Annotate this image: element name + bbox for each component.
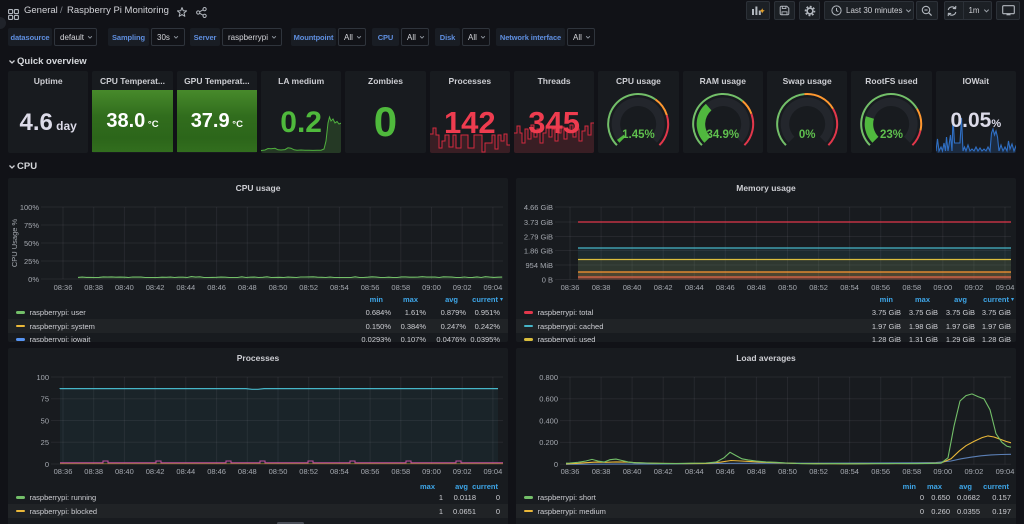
svg-text:08:48: 08:48 bbox=[238, 467, 257, 476]
svg-text:08:40: 08:40 bbox=[623, 283, 642, 292]
svg-text:09:04: 09:04 bbox=[996, 467, 1015, 476]
svg-text:08:58: 08:58 bbox=[902, 283, 921, 292]
svg-text:09:04: 09:04 bbox=[484, 467, 503, 476]
svg-text:25%: 25% bbox=[24, 257, 39, 266]
svg-text:08:48: 08:48 bbox=[747, 283, 766, 292]
svg-text:08:52: 08:52 bbox=[299, 467, 318, 476]
svg-text:0: 0 bbox=[554, 460, 558, 469]
svg-text:08:54: 08:54 bbox=[330, 467, 349, 476]
svg-text:25: 25 bbox=[41, 438, 49, 447]
svg-text:0.200: 0.200 bbox=[539, 438, 558, 447]
svg-text:08:44: 08:44 bbox=[685, 467, 704, 476]
svg-text:0.600: 0.600 bbox=[539, 395, 558, 404]
svg-text:08:42: 08:42 bbox=[146, 283, 165, 292]
svg-text:0: 0 bbox=[45, 460, 49, 469]
svg-text:08:42: 08:42 bbox=[146, 467, 165, 476]
svg-text:08:36: 08:36 bbox=[54, 283, 73, 292]
svg-text:08:42: 08:42 bbox=[654, 283, 673, 292]
svg-text:3.73 GiB: 3.73 GiB bbox=[524, 218, 553, 227]
svg-text:100: 100 bbox=[36, 373, 49, 382]
svg-text:08:56: 08:56 bbox=[361, 283, 380, 292]
svg-text:08:40: 08:40 bbox=[623, 467, 642, 476]
svg-text:09:00: 09:00 bbox=[933, 467, 952, 476]
svg-text:0%: 0% bbox=[28, 275, 39, 284]
svg-text:08:38: 08:38 bbox=[84, 283, 103, 292]
svg-text:08:56: 08:56 bbox=[871, 467, 890, 476]
svg-text:09:04: 09:04 bbox=[484, 283, 503, 292]
svg-text:08:52: 08:52 bbox=[299, 283, 318, 292]
svg-text:09:00: 09:00 bbox=[422, 467, 441, 476]
svg-text:08:38: 08:38 bbox=[592, 283, 611, 292]
svg-text:08:38: 08:38 bbox=[592, 467, 611, 476]
svg-text:09:00: 09:00 bbox=[933, 283, 952, 292]
svg-text:1.86 GiB: 1.86 GiB bbox=[524, 246, 553, 255]
svg-text:08:42: 08:42 bbox=[654, 467, 673, 476]
svg-text:08:50: 08:50 bbox=[269, 467, 288, 476]
svg-text:0.400: 0.400 bbox=[539, 416, 558, 425]
svg-text:CPU Usage %: CPU Usage % bbox=[10, 218, 19, 267]
svg-text:0 B: 0 B bbox=[542, 275, 553, 284]
svg-text:2.79 GiB: 2.79 GiB bbox=[524, 232, 553, 241]
svg-text:08:56: 08:56 bbox=[361, 467, 380, 476]
svg-text:08:50: 08:50 bbox=[778, 467, 797, 476]
svg-text:08:48: 08:48 bbox=[747, 467, 766, 476]
svg-text:09:02: 09:02 bbox=[965, 283, 984, 292]
svg-text:08:46: 08:46 bbox=[207, 283, 226, 292]
svg-text:08:44: 08:44 bbox=[176, 283, 195, 292]
svg-text:4.66 GiB: 4.66 GiB bbox=[524, 203, 553, 212]
svg-text:09:02: 09:02 bbox=[453, 283, 472, 292]
svg-text:08:58: 08:58 bbox=[391, 283, 410, 292]
svg-text:08:54: 08:54 bbox=[330, 283, 349, 292]
svg-text:08:52: 08:52 bbox=[809, 283, 828, 292]
svg-text:08:50: 08:50 bbox=[269, 283, 288, 292]
svg-text:08:56: 08:56 bbox=[871, 283, 890, 292]
svg-text:08:50: 08:50 bbox=[778, 283, 797, 292]
svg-text:08:38: 08:38 bbox=[84, 467, 103, 476]
svg-text:08:52: 08:52 bbox=[809, 467, 828, 476]
svg-text:50%: 50% bbox=[24, 239, 39, 248]
svg-text:09:04: 09:04 bbox=[996, 283, 1015, 292]
svg-text:08:44: 08:44 bbox=[685, 283, 704, 292]
svg-text:75%: 75% bbox=[24, 221, 39, 230]
svg-text:75: 75 bbox=[41, 395, 49, 404]
svg-text:08:44: 08:44 bbox=[176, 467, 195, 476]
svg-text:08:36: 08:36 bbox=[561, 467, 580, 476]
svg-text:09:00: 09:00 bbox=[422, 283, 441, 292]
svg-text:08:48: 08:48 bbox=[238, 283, 257, 292]
svg-text:09:02: 09:02 bbox=[965, 467, 984, 476]
svg-text:08:46: 08:46 bbox=[716, 467, 735, 476]
svg-text:08:54: 08:54 bbox=[840, 283, 859, 292]
svg-text:0.800: 0.800 bbox=[539, 373, 558, 382]
svg-text:08:40: 08:40 bbox=[115, 467, 134, 476]
svg-text:954 MiB: 954 MiB bbox=[525, 261, 553, 270]
svg-text:08:54: 08:54 bbox=[840, 467, 859, 476]
svg-text:08:58: 08:58 bbox=[391, 467, 410, 476]
svg-text:09:02: 09:02 bbox=[453, 467, 472, 476]
svg-text:08:36: 08:36 bbox=[561, 283, 580, 292]
svg-text:08:36: 08:36 bbox=[54, 467, 73, 476]
svg-text:50: 50 bbox=[41, 416, 49, 425]
svg-text:08:46: 08:46 bbox=[716, 283, 735, 292]
svg-text:08:58: 08:58 bbox=[902, 467, 921, 476]
svg-text:100%: 100% bbox=[20, 203, 40, 212]
svg-text:08:40: 08:40 bbox=[115, 283, 134, 292]
svg-text:08:46: 08:46 bbox=[207, 467, 226, 476]
